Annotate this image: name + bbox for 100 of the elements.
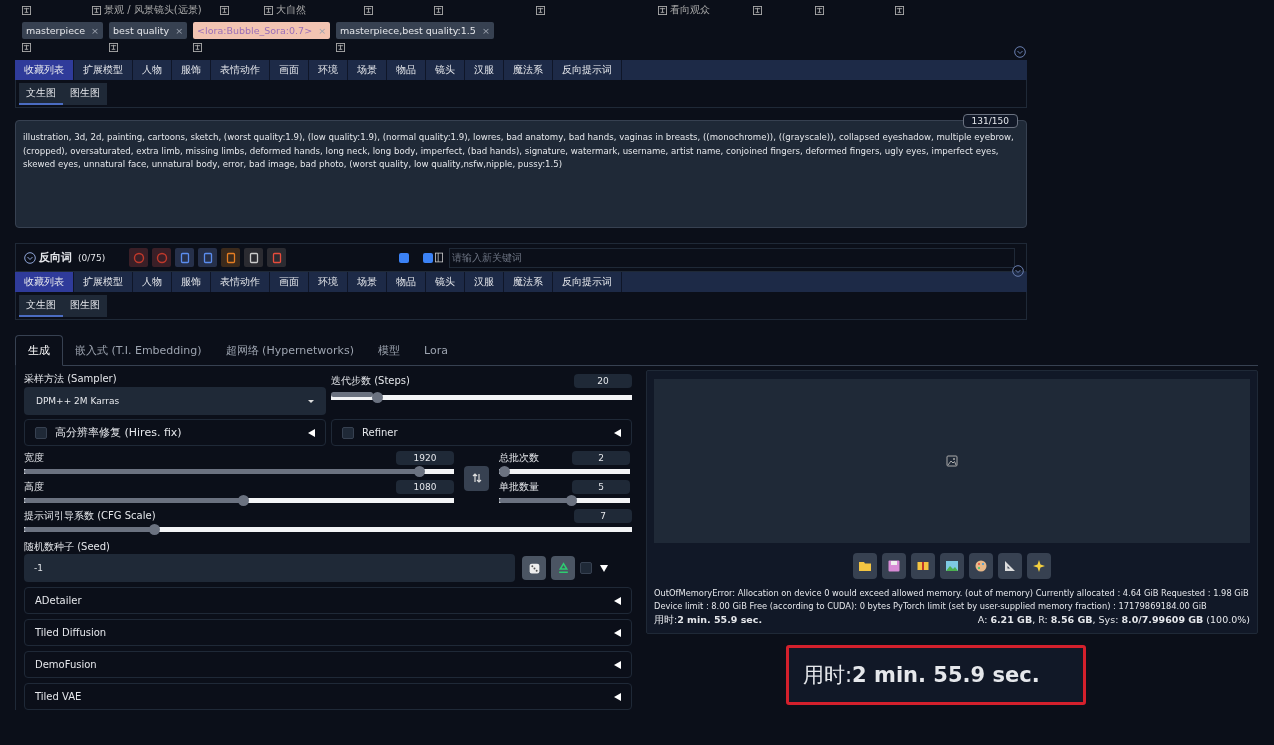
category-tab[interactable]: 汉服 [465, 60, 504, 80]
section-title: 反向词 [39, 250, 72, 265]
save-button[interactable] [882, 553, 906, 579]
extension-accordion[interactable]: Tiled Diffusion [24, 619, 632, 646]
category-tab[interactable]: 场景 [348, 272, 387, 292]
category-tab[interactable]: 反向提示词 [553, 272, 622, 292]
sub-tab[interactable]: 图生图 [63, 294, 107, 317]
category-tab[interactable]: 魔法系 [504, 272, 553, 292]
remove-tag-button[interactable]: × [481, 25, 490, 36]
palette-button[interactable] [969, 553, 993, 579]
main-tab[interactable]: 嵌入式 (T.I. Embedding) [63, 335, 214, 365]
sparkle-button[interactable] [1027, 553, 1051, 579]
field-label: 高度 [24, 479, 44, 494]
category-tab[interactable]: 人物 [133, 60, 172, 80]
copy-button[interactable] [244, 248, 264, 267]
number-field[interactable]: 1080 [396, 479, 454, 494]
checkbox[interactable] [580, 562, 592, 574]
remove-tag-button[interactable]: × [91, 25, 100, 36]
category-tab[interactable]: 画面 [270, 60, 309, 80]
slider-thumb[interactable] [499, 466, 510, 477]
category-tab[interactable]: 画面 [270, 272, 309, 292]
collapse-icon[interactable] [1012, 265, 1024, 277]
prompt-tag[interactable]: masterpiece × [22, 22, 104, 39]
extension-accordion[interactable]: ADetailer [24, 587, 632, 614]
category-tab[interactable]: 环境 [309, 60, 348, 80]
extension-accordion[interactable]: DemoFusion [24, 651, 632, 678]
number-field[interactable]: 2 [572, 450, 630, 465]
category-tab[interactable]: 表情动作 [211, 60, 270, 80]
slider-thumb[interactable] [237, 495, 249, 506]
category-tab[interactable]: 收藏列表 [15, 272, 74, 292]
main-tab[interactable]: 超网络 (Hypernetworks) [213, 335, 366, 365]
category-tab[interactable]: 环境 [309, 272, 348, 292]
image-button[interactable] [940, 553, 964, 579]
keyword-input[interactable]: 请输入新关键词 [449, 247, 1016, 268]
refiner-accordion[interactable]: Refiner [331, 419, 632, 446]
prompt-tag[interactable]: masterpiece,best quality:1.5 × [336, 22, 494, 39]
slider-track[interactable] [499, 466, 630, 477]
slider-thumb[interactable] [371, 392, 383, 403]
hires-fix-accordion[interactable]: 高分辨率修复 (Hires. fix) [24, 419, 326, 446]
sub-tab[interactable]: 文生图 [19, 294, 63, 317]
number-field[interactable]: 7 [574, 508, 632, 523]
collapse-icon[interactable] [24, 251, 36, 264]
error-message: OutOfMemoryError: Allocation on device 0 would exceed allowed memory. (out of memory) Currently allocated : 4.64 GiB Requested : 1.98 GiB [654, 587, 1250, 600]
number-field[interactable]: 5 [572, 479, 630, 494]
slider-thumb[interactable] [413, 466, 425, 477]
checkbox[interactable] [342, 426, 354, 439]
category-tab[interactable]: 场景 [348, 60, 387, 80]
checkbox[interactable] [423, 252, 434, 263]
main-tab[interactable]: Lora [411, 335, 460, 365]
zip-button[interactable] [911, 553, 935, 579]
dropdown-arrow-icon[interactable] [600, 564, 608, 572]
collapse-icon[interactable] [1014, 46, 1026, 58]
swap-button[interactable] [464, 465, 489, 491]
seed-field[interactable]: -1 [24, 554, 515, 582]
category-tab[interactable]: 人物 [133, 272, 172, 292]
collapse-arrow-icon [614, 596, 621, 605]
translate-button[interactable] [221, 248, 241, 267]
field-label: 提示词引导系数 (CFG Scale) [24, 509, 156, 522]
category-tab[interactable]: 镜头 [426, 60, 465, 80]
slider-thumb[interactable] [149, 524, 161, 535]
remove-tag-button[interactable]: × [175, 25, 184, 36]
category-tab[interactable]: 镜头 [426, 272, 465, 292]
folder-button[interactable] [853, 553, 877, 579]
trash-button[interactable] [267, 248, 287, 267]
sub-tab[interactable]: 文生图 [19, 82, 63, 105]
sampler-dropdown[interactable]: DPM++ 2M Karras [24, 387, 326, 415]
checkbox[interactable] [35, 426, 47, 439]
category-tab[interactable]: 服饰 [172, 60, 211, 80]
extension-accordion[interactable]: Tiled VAE [24, 683, 632, 710]
ruler-button[interactable] [998, 553, 1022, 579]
sub-tab[interactable]: 图生图 [63, 82, 107, 105]
slider-thumb[interactable] [566, 495, 578, 506]
category-tab[interactable]: 扩展模型 [74, 272, 133, 292]
category-tab[interactable]: 扩展模型 [74, 60, 133, 80]
recycle-button[interactable] [551, 556, 575, 580]
category-tab[interactable]: 物品 [387, 272, 426, 292]
category-tab[interactable]: 汉服 [465, 272, 504, 292]
document-button[interactable] [175, 248, 195, 267]
collapse-arrow-icon [614, 428, 621, 437]
category-tab[interactable]: 服饰 [172, 272, 211, 292]
number-field[interactable]: 20 [574, 373, 632, 388]
category-tab[interactable]: 表情动作 [211, 272, 270, 292]
collapse-arrow-icon [308, 428, 315, 437]
number-field[interactable]: 1920 [396, 450, 454, 465]
category-tab[interactable]: 收藏列表 [15, 60, 74, 80]
checkbox[interactable] [399, 252, 410, 263]
tag-translation: 大自然 [276, 3, 306, 17]
prompt-tag[interactable]: best quality × [109, 22, 188, 39]
package-icon [916, 559, 930, 573]
category-tab[interactable]: 魔法系 [504, 60, 553, 80]
dice-button[interactable] [522, 556, 546, 580]
main-tab[interactable]: 模型 [365, 335, 412, 365]
gear-button[interactable] [152, 248, 172, 267]
category-tab[interactable]: 反向提示词 [553, 60, 622, 80]
bookmark-button[interactable] [198, 248, 218, 267]
triangle-icon [556, 561, 570, 575]
slider-track[interactable] [331, 392, 632, 403]
category-tab[interactable]: 物品 [387, 60, 426, 80]
clear-button[interactable] [129, 248, 149, 267]
main-tab[interactable]: 生成 [15, 335, 63, 366]
